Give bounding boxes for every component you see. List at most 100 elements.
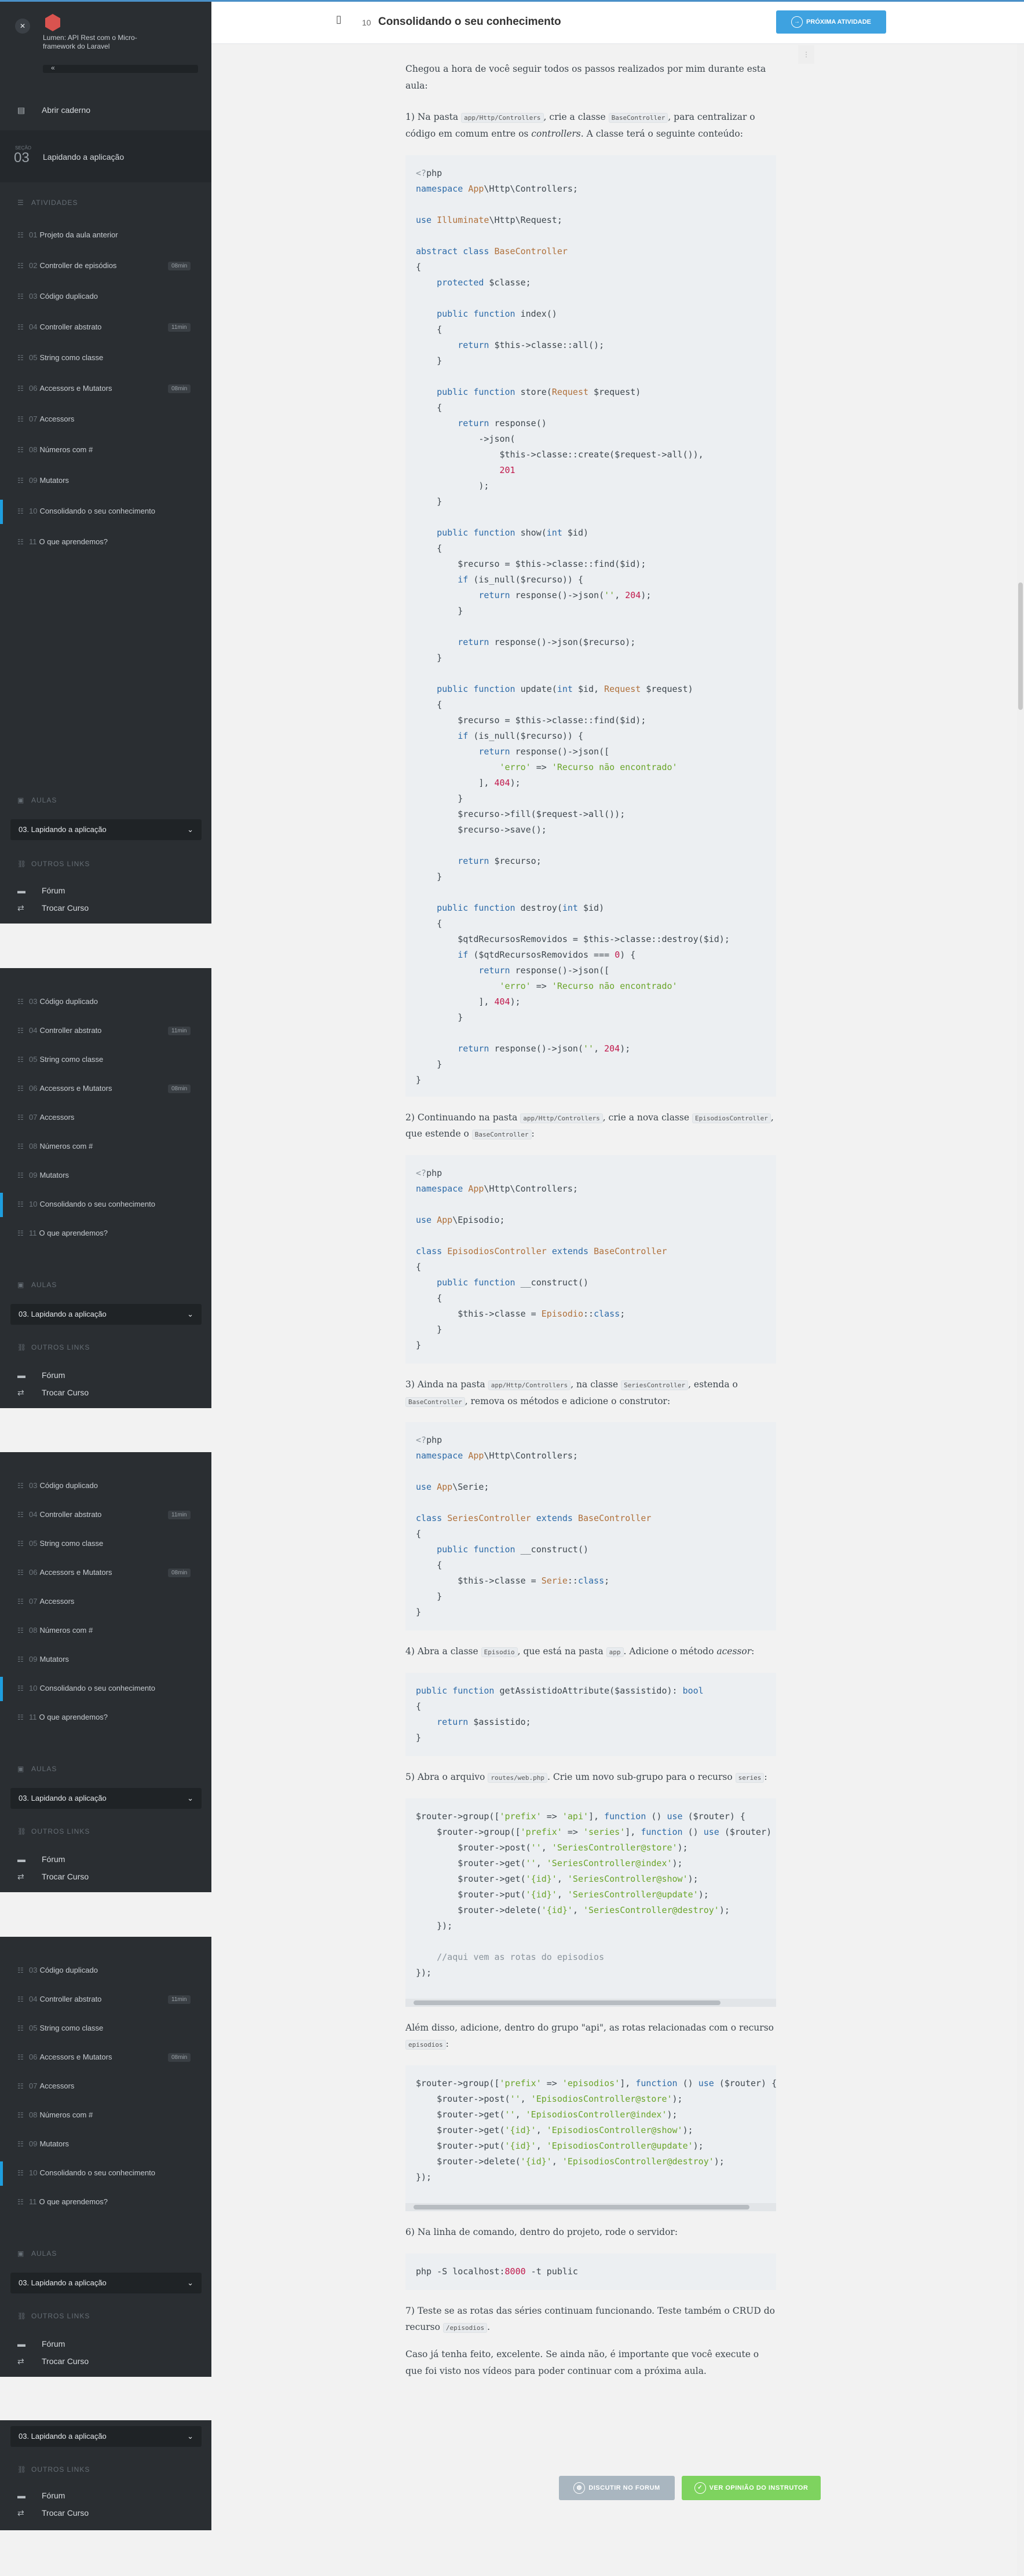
activity-number: 09 [29,476,38,485]
activity-number: 08 [29,1626,38,1635]
activity-item[interactable]: ☷ 10 Consolidando o seu conhecimento [17,1684,155,1692]
activity-item[interactable]: ☷ 09 Mutators [17,2139,69,2148]
forum-link[interactable]: ▬ Fórum [17,2491,65,2500]
inline-code: EpisodiosController [692,1113,771,1123]
activity-item[interactable]: ☷ 10 Consolidando o seu conhecimento [17,1200,155,1208]
lesson-select[interactable]: 03. Lapidando a aplicação ⌄ [10,1788,202,1809]
open-notebook-label: Abrir caderno [42,105,91,115]
forum-link[interactable]: ▬ Fórum [17,886,65,895]
activity-label: Accessors [39,1597,75,1606]
next-activity-button[interactable]: → PRÓXIMA ATIVIDADE [776,10,886,34]
duration-badge: 08min [168,262,191,270]
activity-item[interactable]: ☷ 05 String como classe [17,1055,103,1064]
activity-item[interactable]: ☷ 03 Código duplicado [17,1966,98,1974]
lesson-select-value: 03. Lapidando a aplicação [19,1310,107,1318]
activity-number: 10 [29,507,38,515]
scrollbar-thumb[interactable] [1018,582,1023,710]
activity-item[interactable]: ☷ 02 Controller de episódios [17,261,116,270]
text: , na classe [570,1379,621,1390]
text: : [751,1646,755,1657]
activity-item[interactable]: ☷ 11 O que aprendemos? [17,537,108,546]
scrollbar-thumb[interactable] [414,2205,749,2210]
forum-link[interactable]: ▬ Fórum [17,1371,65,1380]
forum-link[interactable]: ▬ Fórum [17,2339,65,2348]
other-links-header: ⛓ OUTROS LINKS [17,2465,90,2474]
activity-item[interactable]: ☷ 05 String como classe [17,353,103,362]
activity-item[interactable]: ☷ 11 O que aprendemos? [17,1713,108,1721]
activity-item[interactable]: ☷ 11 O que aprendemos? [17,1229,108,1237]
activity-item[interactable]: ☷ 07 Accessors [17,1113,74,1122]
forum-link[interactable]: ▬ Fórum [17,1855,65,1864]
close-sidebar-button[interactable]: ✕ [15,19,30,34]
activity-item[interactable]: ☷ 06 Accessors e Mutators [17,384,112,393]
inline-code: Episodio [481,1647,518,1658]
text: 5) Abra o arquivo [405,1772,488,1783]
activity-item[interactable]: ☷ 06 Accessors e Mutators [17,1568,112,1577]
switch-course-link[interactable]: ⇄ Trocar Curso [17,1872,89,1882]
activity-item[interactable]: ☷ 03 Código duplicado [17,1481,98,1490]
activity-item[interactable]: ☷ 01 Projeto da aula anterior [17,230,118,239]
discuss-forum-button[interactable]: ◍ DISCUTIR NO FORUM [559,2476,675,2500]
switch-course-link[interactable]: ⇄ Trocar Curso [17,2508,89,2518]
activity-item[interactable]: ☷ 05 String como classe [17,2024,103,2032]
activity-item[interactable]: ☷ 10 Consolidando o seu conhecimento [17,2168,155,2177]
activity-item[interactable]: ☷ 03 Código duplicado [17,997,98,1006]
activity-item[interactable]: ☷ 09 Mutators [17,476,69,485]
activity-item[interactable]: ☷ 04 Controller abstrato [17,1510,101,1519]
arrow-right-icon: → [791,16,803,28]
list-icon: ☷ [17,1056,24,1064]
inline-code: episodios [405,2040,446,2050]
inline-code: app [606,1647,624,1658]
back-link[interactable]: « [51,64,55,72]
activity-label: Controller de episódios [39,261,117,270]
lesson-select[interactable]: 03. Lapidando a aplicação ⌄ [10,2426,202,2447]
switch-course-link[interactable]: ⇄ Trocar Curso [17,903,89,913]
switch-course-link[interactable]: ⇄ Trocar Curso [17,2357,89,2366]
text: Além disso, adicione, dentro do grupo "a… [405,2022,774,2033]
activity-item[interactable]: ☷ 09 Mutators [17,1655,69,1663]
activity-item[interactable]: ☷ 08 Números com # [17,1142,93,1150]
lesson-select[interactable]: 03. Lapidando a aplicação ⌄ [10,2273,202,2293]
activity-item[interactable]: ☷ 07 Accessors [17,415,74,423]
activity-item[interactable]: ☷ 08 Números com # [17,445,93,454]
switch-course-link[interactable]: ⇄ Trocar Curso [17,1388,89,1398]
list-icon: ☷ [17,998,24,1006]
horizontal-scrollbar[interactable] [405,1998,776,2007]
discuss-forum-label: DISCUTIR NO FORUM [588,2485,660,2491]
activity-item[interactable]: ☷ 03 Código duplicado [17,292,98,301]
activity-item[interactable]: ☷ 04 Controller abstrato [17,1995,101,2003]
chevron-down-icon: ⌄ [187,1794,193,1802]
activity-label: Mutators [39,1655,70,1663]
activity-item[interactable]: ☷ 11 O que aprendemos? [17,2197,108,2206]
lessons-header: ▣ AULAS [17,1765,57,1773]
activity-item[interactable]: ☷ 08 Números com # [17,2110,93,2119]
code-block-serve: php -S localhost:8000 -t public [405,2253,776,2290]
activity-item[interactable]: ☷ 09 Mutators [17,1171,69,1179]
scrollbar-thumb[interactable] [414,2000,721,2005]
links-icon: ⛓ [17,2312,27,2320]
open-notebook-link[interactable]: ▤ Abrir caderno [17,105,90,115]
activity-label: O que aprendemos? [39,537,108,546]
other-links-header: ⛓ OUTROS LINKS [17,860,90,868]
aside-toggle[interactable]: ⋮ [798,45,814,64]
activity-item[interactable]: ☷ 06 Accessors e Mutators [17,1084,112,1093]
lessons-header: ▣ AULAS [17,2249,57,2258]
activity-item[interactable]: ☷ 04 Controller abstrato [17,1026,101,1035]
activity-item[interactable]: ☷ 05 String como classe [17,1539,103,1548]
page-scrollbar[interactable] [1017,44,1024,2576]
activity-item[interactable]: ☷ 10 Consolidando o seu conhecimento [17,507,155,515]
activity-number: 04 [29,323,38,331]
activity-item[interactable]: ☷ 07 Accessors [17,2082,74,2090]
activity-item[interactable]: ☷ 08 Números com # [17,1626,93,1635]
activity-item[interactable]: ☷ 07 Accessors [17,1597,74,1606]
instructor-opinion-button[interactable]: ✓ VER OPINIÃO DO INSTRUTOR [682,2476,821,2500]
horizontal-scrollbar[interactable] [405,2203,776,2212]
list-icon: ☷ [17,231,24,239]
activities-header: ☰ ATIVIDADES [17,199,78,207]
sidebar-snapshot-3: ☷ 03 Código duplicado ☷ 04 Controller abstrat… [0,1452,211,1892]
text: , crie a nova classe [602,1112,692,1123]
lesson-select[interactable]: 03. Lapidando a aplicação ⌄ [10,819,202,840]
activity-item[interactable]: ☷ 06 Accessors e Mutators [17,2053,112,2061]
lesson-select[interactable]: 03. Lapidando a aplicação ⌄ [10,1304,202,1325]
activity-item[interactable]: ☷ 04 Controller abstrato [17,323,101,331]
